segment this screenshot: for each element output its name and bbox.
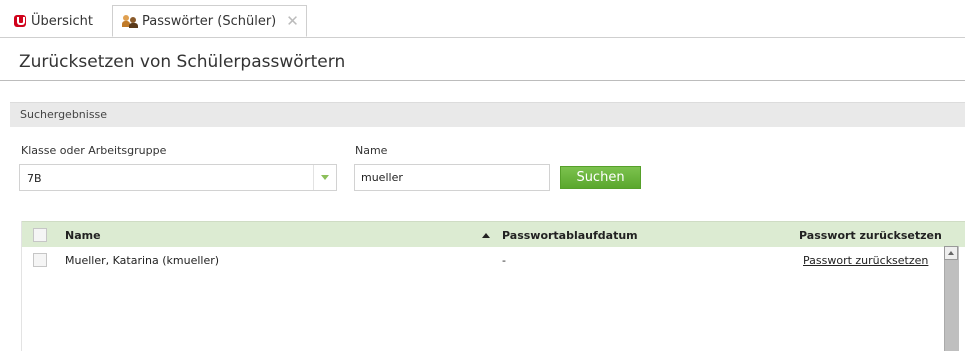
grid-header: Name Passwortablaufdatum Passwort zurück… <box>22 221 965 247</box>
class-select[interactable]: 7B <box>19 164 337 191</box>
results-panel-title: Suchergebnisse <box>20 108 108 121</box>
sort-ascending-icon[interactable] <box>482 233 490 238</box>
chevron-down-icon[interactable] <box>313 165 336 190</box>
tab-overview-label: Übersicht <box>31 13 93 29</box>
reset-password-link[interactable]: Passwort zurücksetzen <box>803 254 928 267</box>
select-all-checkbox[interactable] <box>33 228 47 242</box>
title-divider <box>0 80 965 81</box>
results-panel-header: Suchergebnisse <box>10 102 965 127</box>
name-filter-label: Name <box>355 144 388 157</box>
column-header-reset[interactable]: Passwort zurücksetzen <box>799 229 942 242</box>
scroll-up-icon[interactable] <box>944 246 958 260</box>
class-filter-label: Klasse oder Arbeitsgruppe <box>21 144 167 157</box>
tab-passwords-students[interactable]: Passwörter (Schüler) ✕ <box>112 5 307 37</box>
search-button[interactable]: Suchen <box>560 166 641 189</box>
tab-passwords-label: Passwörter (Schüler) <box>142 13 277 29</box>
univention-logo-icon <box>14 15 26 27</box>
column-header-expiry[interactable]: Passwortablaufdatum <box>502 229 638 242</box>
tab-overview[interactable]: Übersicht <box>0 6 101 36</box>
column-header-name[interactable]: Name <box>65 229 101 242</box>
row-expiry: - <box>502 254 506 267</box>
row-checkbox[interactable] <box>33 253 47 267</box>
page-title: Zurücksetzen von Schülerpasswörtern <box>19 52 346 72</box>
class-select-value: 7B <box>27 172 42 185</box>
grid-scrollbar[interactable] <box>944 246 959 351</box>
row-name: Mueller, Katarina (kmueller) <box>65 254 220 267</box>
results-grid: Name Passwortablaufdatum Passwort zurück… <box>21 221 965 351</box>
tab-bar: Übersicht Passwörter (Schüler) ✕ <box>0 0 965 38</box>
close-icon[interactable]: ✕ <box>286 12 299 30</box>
table-row[interactable]: Mueller, Katarina (kmueller) - Passwort … <box>22 246 965 272</box>
name-search-input[interactable] <box>354 164 550 191</box>
users-icon <box>122 14 138 28</box>
